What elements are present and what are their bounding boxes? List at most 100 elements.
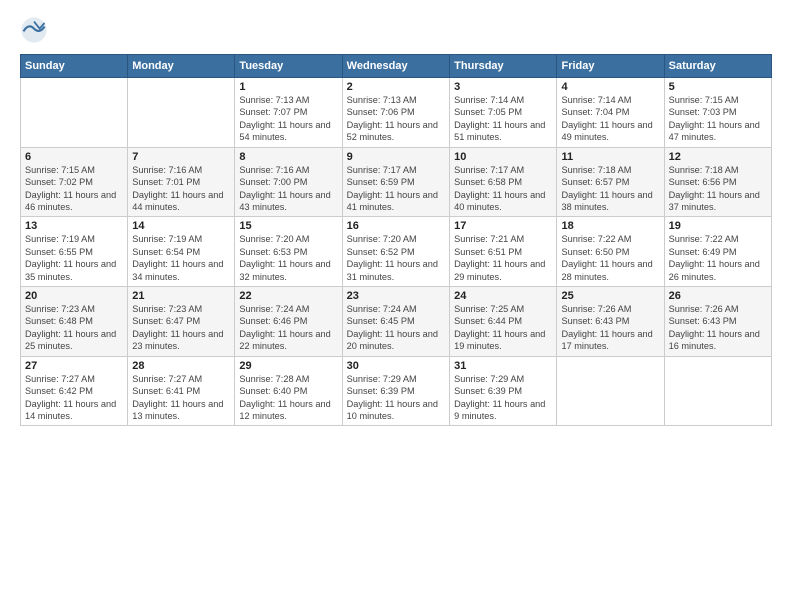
calendar-cell: 31Sunrise: 7:29 AMSunset: 6:39 PMDayligh… bbox=[450, 356, 557, 426]
calendar-cell: 18Sunrise: 7:22 AMSunset: 6:50 PMDayligh… bbox=[557, 217, 664, 287]
calendar-cell: 3Sunrise: 7:14 AMSunset: 7:05 PMDaylight… bbox=[450, 78, 557, 148]
calendar-header-saturday: Saturday bbox=[664, 55, 771, 78]
day-info: Sunrise: 7:29 AMSunset: 6:39 PMDaylight:… bbox=[347, 373, 445, 423]
calendar-header-friday: Friday bbox=[557, 55, 664, 78]
calendar-header-tuesday: Tuesday bbox=[235, 55, 342, 78]
calendar-cell bbox=[557, 356, 664, 426]
day-info: Sunrise: 7:26 AMSunset: 6:43 PMDaylight:… bbox=[669, 303, 767, 353]
calendar-cell: 14Sunrise: 7:19 AMSunset: 6:54 PMDayligh… bbox=[128, 217, 235, 287]
day-number: 25 bbox=[561, 290, 659, 302]
day-info: Sunrise: 7:24 AMSunset: 6:45 PMDaylight:… bbox=[347, 303, 445, 353]
day-number: 16 bbox=[347, 220, 445, 232]
page: SundayMondayTuesdayWednesdayThursdayFrid… bbox=[0, 0, 792, 612]
day-info: Sunrise: 7:15 AMSunset: 7:03 PMDaylight:… bbox=[669, 94, 767, 144]
calendar-cell bbox=[664, 356, 771, 426]
calendar-header-row: SundayMondayTuesdayWednesdayThursdayFrid… bbox=[21, 55, 772, 78]
day-number: 28 bbox=[132, 360, 230, 372]
day-info: Sunrise: 7:18 AMSunset: 6:56 PMDaylight:… bbox=[669, 164, 767, 214]
calendar-cell: 8Sunrise: 7:16 AMSunset: 7:00 PMDaylight… bbox=[235, 147, 342, 217]
day-number: 4 bbox=[561, 81, 659, 93]
calendar-cell: 21Sunrise: 7:23 AMSunset: 6:47 PMDayligh… bbox=[128, 287, 235, 357]
calendar-cell: 1Sunrise: 7:13 AMSunset: 7:07 PMDaylight… bbox=[235, 78, 342, 148]
day-number: 22 bbox=[239, 290, 337, 302]
day-info: Sunrise: 7:17 AMSunset: 6:59 PMDaylight:… bbox=[347, 164, 445, 214]
day-info: Sunrise: 7:22 AMSunset: 6:50 PMDaylight:… bbox=[561, 233, 659, 283]
day-info: Sunrise: 7:25 AMSunset: 6:44 PMDaylight:… bbox=[454, 303, 552, 353]
day-number: 6 bbox=[25, 151, 123, 163]
calendar-cell: 2Sunrise: 7:13 AMSunset: 7:06 PMDaylight… bbox=[342, 78, 449, 148]
day-info: Sunrise: 7:24 AMSunset: 6:46 PMDaylight:… bbox=[239, 303, 337, 353]
day-info: Sunrise: 7:13 AMSunset: 7:07 PMDaylight:… bbox=[239, 94, 337, 144]
calendar-week-row: 13Sunrise: 7:19 AMSunset: 6:55 PMDayligh… bbox=[21, 217, 772, 287]
calendar-cell: 30Sunrise: 7:29 AMSunset: 6:39 PMDayligh… bbox=[342, 356, 449, 426]
day-number: 29 bbox=[239, 360, 337, 372]
calendar-cell bbox=[21, 78, 128, 148]
calendar-week-row: 20Sunrise: 7:23 AMSunset: 6:48 PMDayligh… bbox=[21, 287, 772, 357]
calendar-cell: 19Sunrise: 7:22 AMSunset: 6:49 PMDayligh… bbox=[664, 217, 771, 287]
day-info: Sunrise: 7:14 AMSunset: 7:04 PMDaylight:… bbox=[561, 94, 659, 144]
day-info: Sunrise: 7:22 AMSunset: 6:49 PMDaylight:… bbox=[669, 233, 767, 283]
calendar-cell: 17Sunrise: 7:21 AMSunset: 6:51 PMDayligh… bbox=[450, 217, 557, 287]
calendar-cell: 29Sunrise: 7:28 AMSunset: 6:40 PMDayligh… bbox=[235, 356, 342, 426]
day-info: Sunrise: 7:15 AMSunset: 7:02 PMDaylight:… bbox=[25, 164, 123, 214]
calendar-week-row: 1Sunrise: 7:13 AMSunset: 7:07 PMDaylight… bbox=[21, 78, 772, 148]
calendar-cell: 9Sunrise: 7:17 AMSunset: 6:59 PMDaylight… bbox=[342, 147, 449, 217]
day-info: Sunrise: 7:16 AMSunset: 7:01 PMDaylight:… bbox=[132, 164, 230, 214]
day-number: 8 bbox=[239, 151, 337, 163]
calendar-cell: 15Sunrise: 7:20 AMSunset: 6:53 PMDayligh… bbox=[235, 217, 342, 287]
calendar-cell: 7Sunrise: 7:16 AMSunset: 7:01 PMDaylight… bbox=[128, 147, 235, 217]
calendar-cell: 28Sunrise: 7:27 AMSunset: 6:41 PMDayligh… bbox=[128, 356, 235, 426]
day-info: Sunrise: 7:20 AMSunset: 6:53 PMDaylight:… bbox=[239, 233, 337, 283]
day-number: 10 bbox=[454, 151, 552, 163]
day-number: 23 bbox=[347, 290, 445, 302]
day-number: 31 bbox=[454, 360, 552, 372]
day-number: 27 bbox=[25, 360, 123, 372]
calendar-cell: 20Sunrise: 7:23 AMSunset: 6:48 PMDayligh… bbox=[21, 287, 128, 357]
day-number: 5 bbox=[669, 81, 767, 93]
calendar-week-row: 6Sunrise: 7:15 AMSunset: 7:02 PMDaylight… bbox=[21, 147, 772, 217]
calendar-header-sunday: Sunday bbox=[21, 55, 128, 78]
calendar-cell: 22Sunrise: 7:24 AMSunset: 6:46 PMDayligh… bbox=[235, 287, 342, 357]
day-number: 11 bbox=[561, 151, 659, 163]
day-number: 9 bbox=[347, 151, 445, 163]
calendar-header-thursday: Thursday bbox=[450, 55, 557, 78]
day-info: Sunrise: 7:23 AMSunset: 6:47 PMDaylight:… bbox=[132, 303, 230, 353]
calendar-cell: 12Sunrise: 7:18 AMSunset: 6:56 PMDayligh… bbox=[664, 147, 771, 217]
calendar-cell: 6Sunrise: 7:15 AMSunset: 7:02 PMDaylight… bbox=[21, 147, 128, 217]
calendar-header-wednesday: Wednesday bbox=[342, 55, 449, 78]
day-number: 15 bbox=[239, 220, 337, 232]
calendar-cell: 13Sunrise: 7:19 AMSunset: 6:55 PMDayligh… bbox=[21, 217, 128, 287]
day-info: Sunrise: 7:27 AMSunset: 6:41 PMDaylight:… bbox=[132, 373, 230, 423]
day-info: Sunrise: 7:19 AMSunset: 6:55 PMDaylight:… bbox=[25, 233, 123, 283]
day-number: 30 bbox=[347, 360, 445, 372]
day-info: Sunrise: 7:26 AMSunset: 6:43 PMDaylight:… bbox=[561, 303, 659, 353]
day-info: Sunrise: 7:17 AMSunset: 6:58 PMDaylight:… bbox=[454, 164, 552, 214]
calendar-cell bbox=[128, 78, 235, 148]
day-number: 3 bbox=[454, 81, 552, 93]
calendar-cell: 27Sunrise: 7:27 AMSunset: 6:42 PMDayligh… bbox=[21, 356, 128, 426]
day-number: 12 bbox=[669, 151, 767, 163]
calendar-cell: 25Sunrise: 7:26 AMSunset: 6:43 PMDayligh… bbox=[557, 287, 664, 357]
day-info: Sunrise: 7:29 AMSunset: 6:39 PMDaylight:… bbox=[454, 373, 552, 423]
day-number: 14 bbox=[132, 220, 230, 232]
day-info: Sunrise: 7:16 AMSunset: 7:00 PMDaylight:… bbox=[239, 164, 337, 214]
calendar-cell: 4Sunrise: 7:14 AMSunset: 7:04 PMDaylight… bbox=[557, 78, 664, 148]
day-info: Sunrise: 7:13 AMSunset: 7:06 PMDaylight:… bbox=[347, 94, 445, 144]
calendar-cell: 11Sunrise: 7:18 AMSunset: 6:57 PMDayligh… bbox=[557, 147, 664, 217]
calendar-cell: 5Sunrise: 7:15 AMSunset: 7:03 PMDaylight… bbox=[664, 78, 771, 148]
day-info: Sunrise: 7:28 AMSunset: 6:40 PMDaylight:… bbox=[239, 373, 337, 423]
day-info: Sunrise: 7:21 AMSunset: 6:51 PMDaylight:… bbox=[454, 233, 552, 283]
day-number: 18 bbox=[561, 220, 659, 232]
calendar-cell: 23Sunrise: 7:24 AMSunset: 6:45 PMDayligh… bbox=[342, 287, 449, 357]
calendar-week-row: 27Sunrise: 7:27 AMSunset: 6:42 PMDayligh… bbox=[21, 356, 772, 426]
header bbox=[20, 16, 772, 44]
day-number: 1 bbox=[239, 81, 337, 93]
day-info: Sunrise: 7:18 AMSunset: 6:57 PMDaylight:… bbox=[561, 164, 659, 214]
day-info: Sunrise: 7:27 AMSunset: 6:42 PMDaylight:… bbox=[25, 373, 123, 423]
logo bbox=[20, 16, 52, 44]
calendar-header-monday: Monday bbox=[128, 55, 235, 78]
calendar-cell: 24Sunrise: 7:25 AMSunset: 6:44 PMDayligh… bbox=[450, 287, 557, 357]
day-number: 17 bbox=[454, 220, 552, 232]
calendar-cell: 16Sunrise: 7:20 AMSunset: 6:52 PMDayligh… bbox=[342, 217, 449, 287]
day-info: Sunrise: 7:23 AMSunset: 6:48 PMDaylight:… bbox=[25, 303, 123, 353]
